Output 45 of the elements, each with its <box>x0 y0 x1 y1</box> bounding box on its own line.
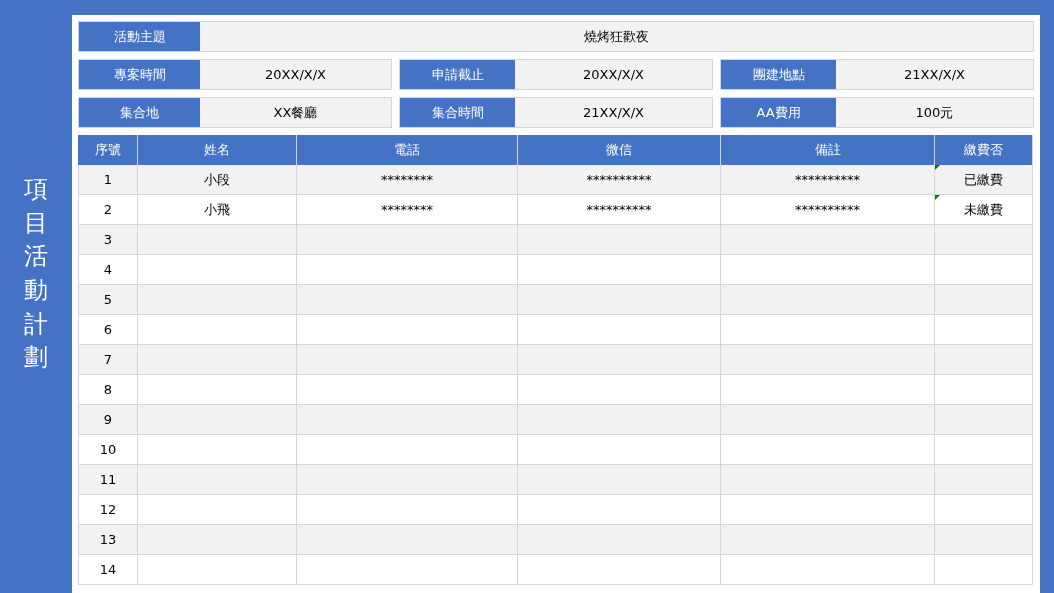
table-cell: 小飛 <box>138 195 297 225</box>
field-value: 21XX/X/X <box>836 60 1033 89</box>
table-cell: ********** <box>721 165 935 195</box>
table-cell: ********** <box>518 195 721 225</box>
table-cell: ******** <box>297 165 518 195</box>
field-label: AA費用 <box>721 98 836 127</box>
table-cell: 8 <box>78 375 138 405</box>
table-cell: ********** <box>518 165 721 195</box>
field-value: 燒烤狂歡夜 <box>200 22 1033 51</box>
table-cell: ******** <box>297 195 518 225</box>
table-cell: 2 <box>78 195 138 225</box>
column-header: 電話 <box>297 135 518 165</box>
table-cell: 已繳費 <box>935 165 1033 195</box>
table-cell: 13 <box>78 525 138 555</box>
table-cell: 11 <box>78 465 138 495</box>
table-cell: 3 <box>78 225 138 255</box>
table-cell: 小段 <box>138 165 297 195</box>
table-cell: 6 <box>78 315 138 345</box>
table-cell: 1 <box>78 165 138 195</box>
table-cell: 4 <box>78 255 138 285</box>
field-label: 活動主題 <box>79 22 200 51</box>
field-value: 20XX/X/X <box>515 60 712 89</box>
table-cell: ********** <box>721 195 935 225</box>
field-label: 團建地點 <box>721 60 836 89</box>
field-value: 21XX/X/X <box>515 98 712 127</box>
table-cell: 12 <box>78 495 138 525</box>
field-value: 20XX/X/X <box>200 60 391 89</box>
table-cell: 7 <box>78 345 138 375</box>
field-label: 申請截止 <box>400 60 515 89</box>
field-label: 集合時間 <box>400 98 515 127</box>
field-value: XX餐廳 <box>200 98 391 127</box>
table-cell: 9 <box>78 405 138 435</box>
table-cell: 14 <box>78 555 138 585</box>
table-cell: 未繳費 <box>935 195 1033 225</box>
table-cell: 10 <box>78 435 138 465</box>
field-label: 集合地 <box>79 98 200 127</box>
table-cell: 5 <box>78 285 138 315</box>
column-header: 微信 <box>518 135 721 165</box>
column-header: 繳費否 <box>935 135 1033 165</box>
column-header: 序號 <box>78 135 138 165</box>
column-header: 姓名 <box>138 135 297 165</box>
column-header: 備註 <box>721 135 935 165</box>
field-value: 100元 <box>836 98 1033 127</box>
field-label: 專案時間 <box>79 60 200 89</box>
sheet-title: 項目活動計劃 <box>24 174 48 374</box>
